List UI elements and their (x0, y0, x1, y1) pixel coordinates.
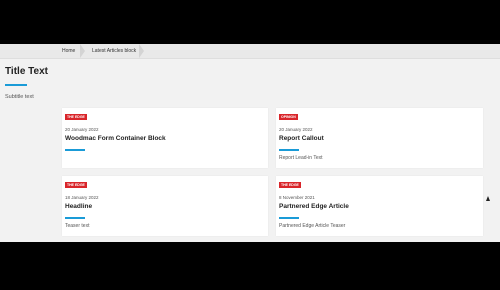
accent-line (65, 149, 85, 151)
page-title: Title Text (5, 66, 48, 77)
category-badge: THE EDGE (65, 182, 87, 188)
chevron-right-icon (139, 44, 144, 58)
category-badge: THE EDGE (279, 182, 301, 188)
article-card[interactable]: THE EDGE 20 January 2022 Woodmac Form Co… (62, 108, 268, 168)
accent-line (279, 149, 299, 151)
article-teaser: Partnered Edge Article Teaser (279, 223, 346, 229)
article-date: 20 January 2022 (65, 127, 99, 132)
article-card[interactable]: OPINION 20 January 2022 Report Callout R… (276, 108, 483, 168)
page-content: Home Latest Articles block Title Text Su… (0, 44, 500, 242)
page-subtitle: Subtitle text (5, 94, 34, 100)
breadcrumb-current: Latest Articles block (92, 48, 137, 54)
chevron-right-icon (80, 44, 85, 58)
article-title[interactable]: Headline (65, 203, 92, 210)
article-card[interactable]: THE EDGE 18 January 2022 Headline Teaser… (62, 176, 268, 236)
article-title[interactable]: Report Callout (279, 135, 324, 142)
title-underline (5, 84, 27, 86)
breadcrumb: Home Latest Articles block (0, 44, 500, 59)
article-date: 8 November 2021 (279, 195, 315, 200)
article-card[interactable]: THE EDGE 8 November 2021 Partnered Edge … (276, 176, 483, 236)
article-teaser: Teaser text (65, 223, 90, 229)
article-date: 20 January 2022 (279, 127, 313, 132)
accent-line (65, 217, 85, 219)
category-badge: OPINION (279, 114, 298, 120)
mouse-cursor-icon (486, 196, 490, 201)
breadcrumb-home-link[interactable]: Home (62, 44, 75, 58)
accent-line (279, 217, 299, 219)
article-title[interactable]: Partnered Edge Article (279, 203, 349, 210)
article-teaser: Report Lead-in Text (279, 155, 323, 161)
article-title[interactable]: Woodmac Form Container Block (65, 135, 166, 142)
article-date: 18 January 2022 (65, 195, 99, 200)
category-badge: THE EDGE (65, 114, 87, 120)
